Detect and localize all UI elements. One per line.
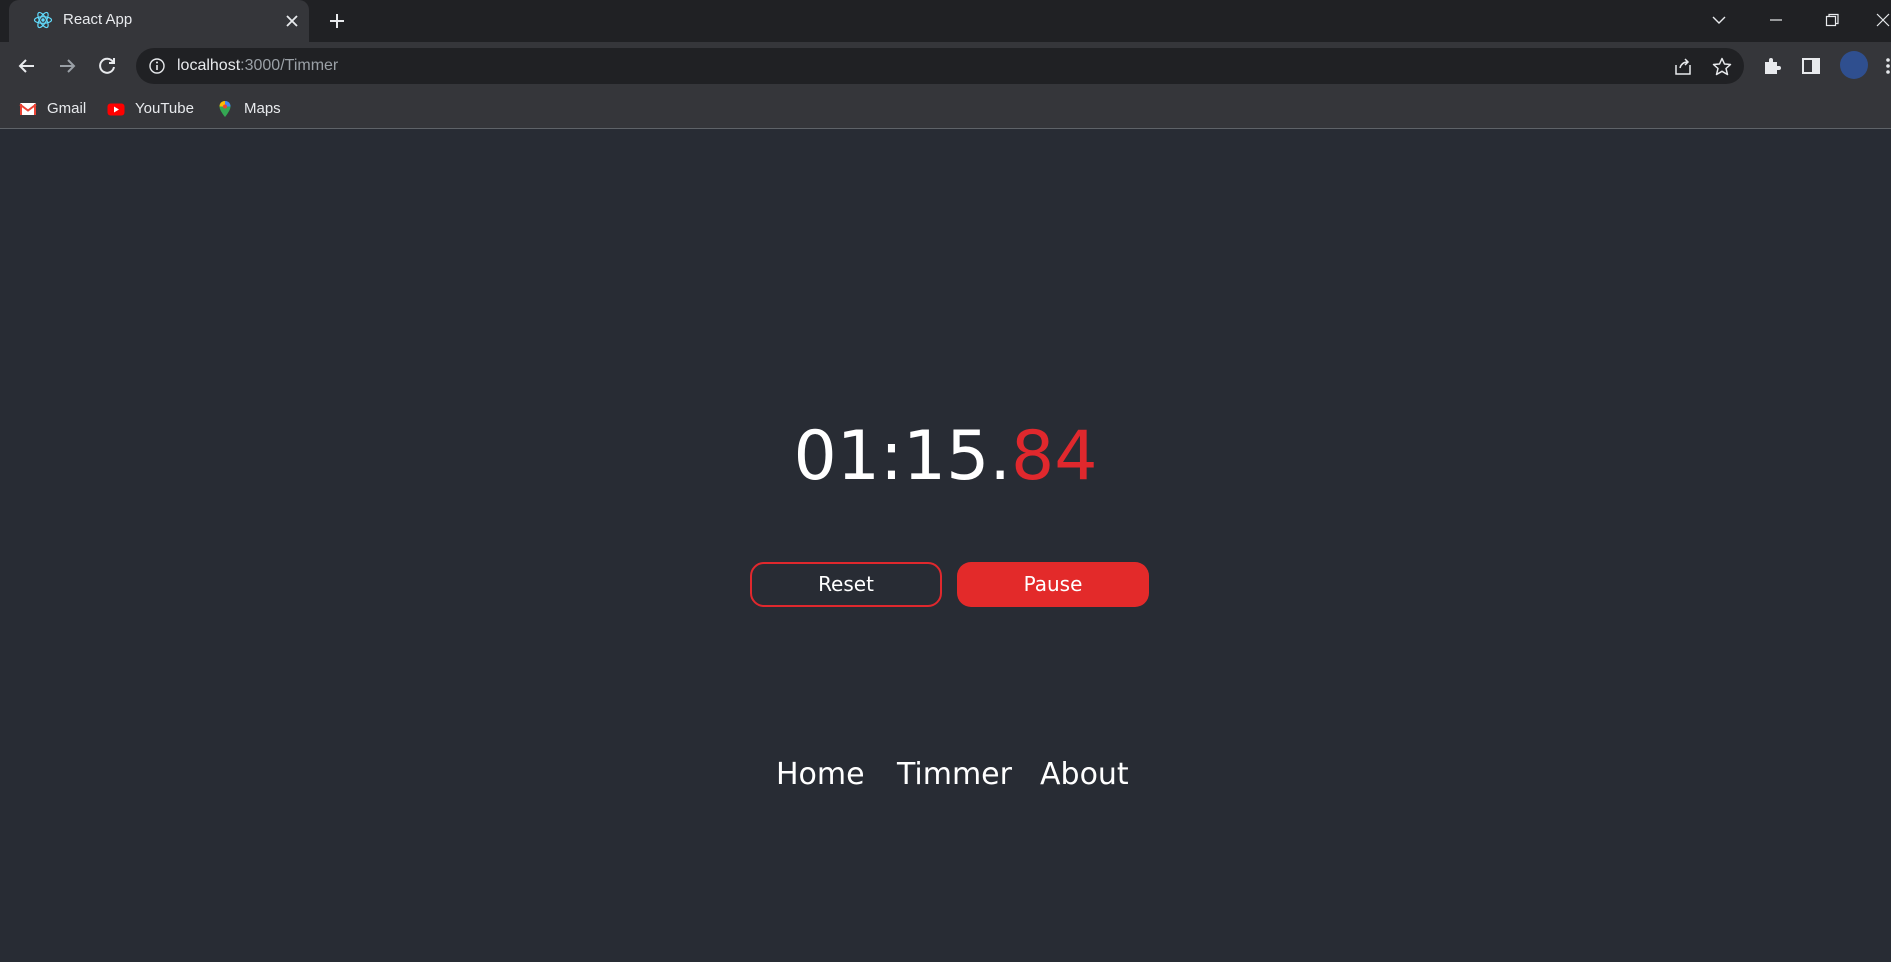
browser-tab-strip: React App bbox=[0, 0, 1891, 42]
site-info-icon[interactable] bbox=[148, 57, 166, 75]
address-bar[interactable]: localhost:3000/Timmer bbox=[136, 48, 1744, 84]
restore-icon[interactable] bbox=[1820, 8, 1844, 32]
bookmark-label: YouTube bbox=[135, 100, 194, 117]
bookmark-maps[interactable]: Maps bbox=[216, 98, 286, 120]
browser-tab[interactable]: React App bbox=[9, 0, 309, 42]
reset-button[interactable]: Reset bbox=[750, 562, 942, 607]
youtube-icon bbox=[107, 100, 125, 118]
bookmark-label: Maps bbox=[244, 100, 281, 117]
bookmark-label: Gmail bbox=[47, 100, 87, 117]
more-menu-icon[interactable] bbox=[1882, 54, 1891, 78]
share-icon[interactable] bbox=[1672, 56, 1694, 78]
maps-icon bbox=[216, 100, 234, 118]
close-window-icon[interactable] bbox=[1873, 8, 1891, 32]
profile-avatar[interactable] bbox=[1840, 51, 1868, 79]
forward-arrow-icon[interactable] bbox=[54, 53, 80, 79]
close-tab-icon[interactable] bbox=[282, 11, 302, 31]
timer-milliseconds: 84 bbox=[1011, 417, 1098, 496]
timer-display: 01:15.84 bbox=[0, 417, 1891, 497]
pause-button[interactable]: Pause bbox=[957, 562, 1149, 607]
nav-link-home[interactable]: Home bbox=[776, 757, 865, 792]
bookmark-gmail[interactable]: Gmail bbox=[19, 98, 91, 120]
extensions-puzzle-icon[interactable] bbox=[1760, 54, 1784, 78]
bookmark-star-icon[interactable] bbox=[1711, 56, 1733, 78]
nav-link-timmer[interactable]: Timmer bbox=[897, 757, 1012, 792]
minimize-icon[interactable] bbox=[1764, 8, 1788, 32]
url-path: :3000/Timmer bbox=[240, 57, 339, 74]
tab-title: React App bbox=[63, 11, 133, 28]
url-text[interactable]: localhost:3000/Timmer bbox=[177, 57, 338, 75]
tab-search-chevron-icon[interactable] bbox=[1707, 8, 1731, 32]
nav-link-about[interactable]: About bbox=[1040, 757, 1129, 792]
back-arrow-icon[interactable] bbox=[14, 53, 40, 79]
url-host: localhost bbox=[177, 57, 241, 74]
side-panel-icon[interactable] bbox=[1799, 54, 1823, 78]
gmail-icon bbox=[19, 100, 37, 118]
page-content: 01:15.84 Reset Pause Home Timmer About bbox=[0, 129, 1891, 962]
browser-toolbar: localhost:3000/Timmer bbox=[0, 42, 1891, 90]
bookmarks-bar: Gmail YouTube Maps bbox=[0, 90, 1891, 129]
reload-icon[interactable] bbox=[94, 53, 120, 79]
new-tab-plus-icon[interactable] bbox=[326, 10, 348, 32]
timer-time: 01:15. bbox=[793, 417, 1012, 496]
react-logo-icon bbox=[33, 10, 53, 30]
bookmark-youtube[interactable]: YouTube bbox=[107, 98, 197, 120]
